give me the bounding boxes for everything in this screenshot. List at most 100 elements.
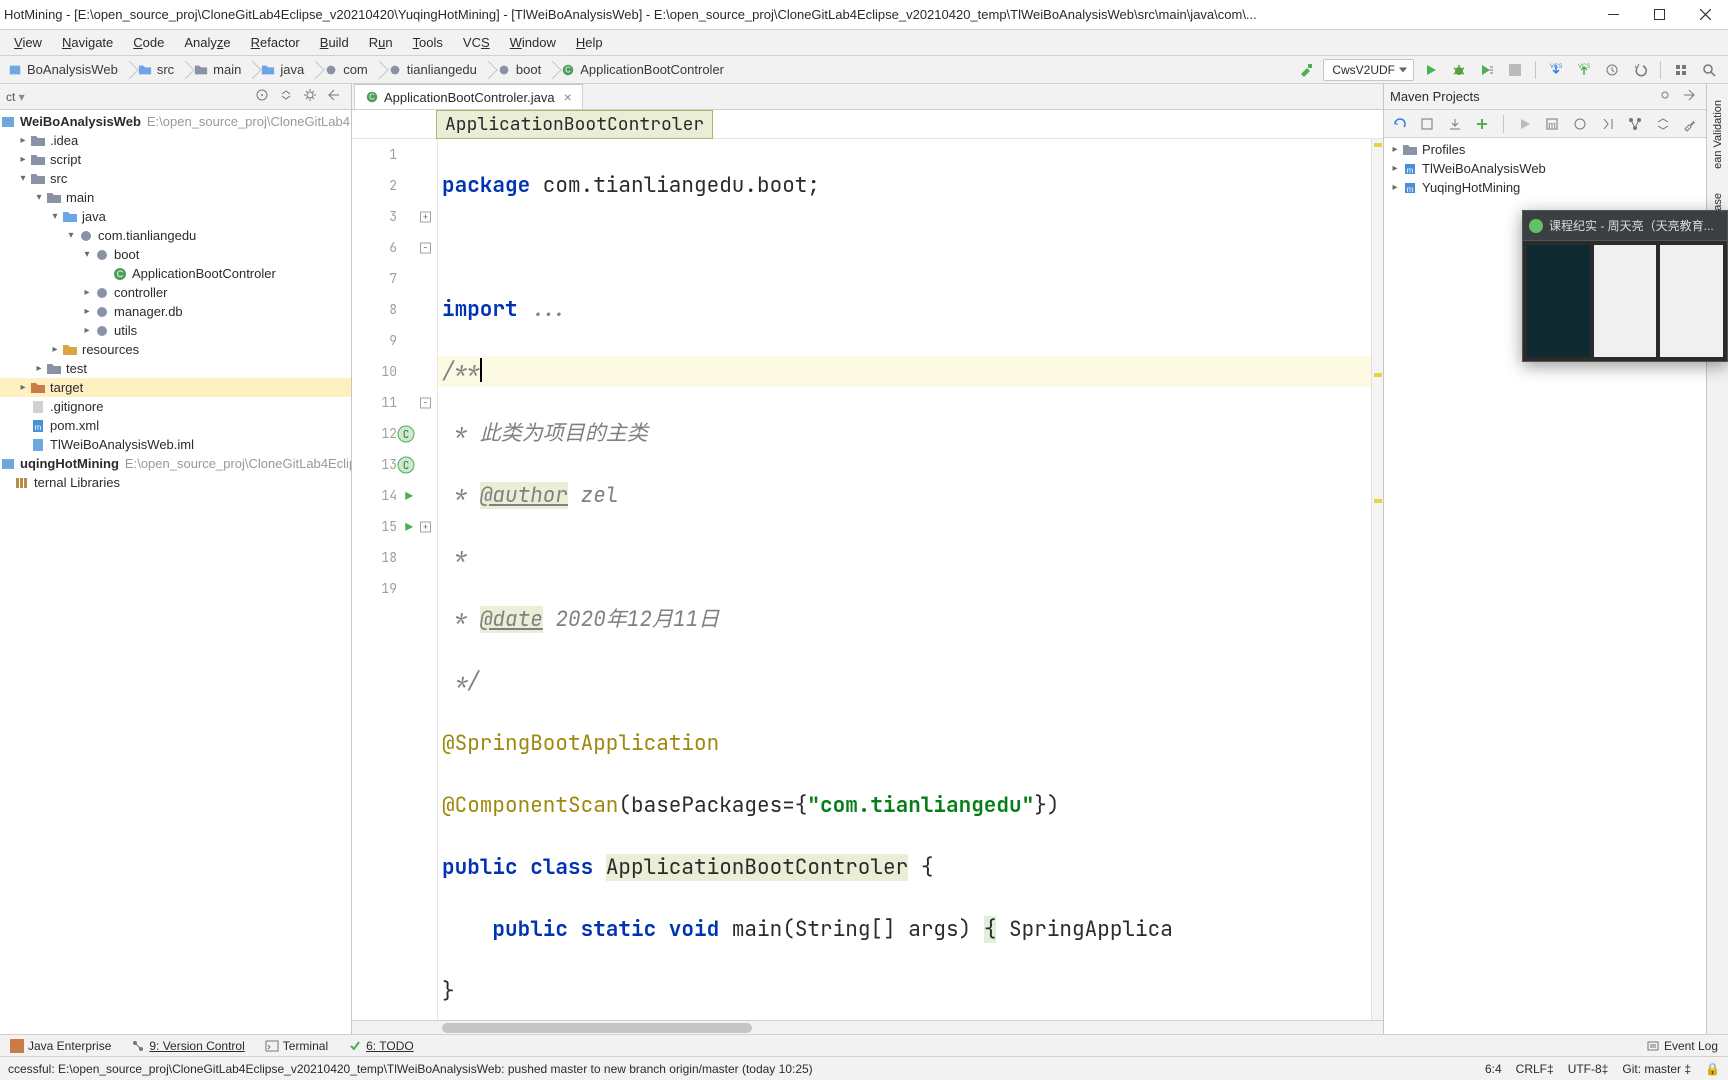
bottom-tab-java-enterprise[interactable]: Java Enterprise bbox=[6, 1037, 115, 1055]
status-caret-position[interactable]: 6:4 bbox=[1485, 1062, 1502, 1076]
maven-toggle-offline-button[interactable] bbox=[1570, 114, 1590, 134]
vcs-revert-button[interactable] bbox=[1629, 59, 1651, 81]
editor-gutter[interactable]: 1 2 3+ 6− 7 8 9 10 11− 12C 13C 14▶ 15▶+ … bbox=[352, 139, 438, 1020]
tree-folder-src[interactable]: ▾src bbox=[0, 169, 351, 188]
menu-analyze[interactable]: Analyze bbox=[174, 32, 240, 53]
tree-module-tlweibo[interactable]: WeiBoAnalysisWebE:\open_source_proj\Clon… bbox=[0, 112, 351, 131]
menu-vcs[interactable]: VCS bbox=[453, 32, 500, 53]
bottom-tab-event-log[interactable]: Event Log bbox=[1642, 1037, 1722, 1055]
project-settings-button[interactable] bbox=[303, 88, 321, 106]
project-tree[interactable]: WeiBoAnalysisWebE:\open_source_proj\Clon… bbox=[0, 110, 351, 1034]
search-everywhere-button[interactable] bbox=[1698, 59, 1720, 81]
status-git-branch[interactable]: Git: master ‡ bbox=[1622, 1062, 1691, 1076]
tree-package[interactable]: ▾com.tianliangedu bbox=[0, 226, 351, 245]
code-area[interactable]: package com.tianliangedu.boot; import ..… bbox=[438, 139, 1383, 1020]
project-view-selector[interactable]: ct bbox=[6, 90, 249, 104]
window-minimize-button[interactable] bbox=[1590, 0, 1636, 30]
maven-generate-button[interactable] bbox=[1418, 114, 1438, 134]
breadcrumb-com[interactable]: com bbox=[316, 56, 380, 83]
run-line-marker[interactable]: ▶ bbox=[405, 480, 413, 511]
menu-tools[interactable]: Tools bbox=[403, 32, 453, 53]
tab-close-button[interactable]: × bbox=[564, 89, 572, 105]
window-maximize-button[interactable] bbox=[1636, 0, 1682, 30]
maven-execute-button[interactable]: m bbox=[1543, 114, 1563, 134]
fold-toggle[interactable]: + bbox=[420, 521, 431, 532]
status-lock-icon[interactable]: 🔒 bbox=[1705, 1062, 1720, 1076]
menu-navigate[interactable]: Navigate bbox=[52, 32, 123, 53]
maven-skip-tests-button[interactable] bbox=[1598, 114, 1618, 134]
window-close-button[interactable] bbox=[1682, 0, 1728, 30]
breadcrumb-class[interactable]: C ApplicationBootControler bbox=[553, 56, 736, 83]
breadcrumb-main[interactable]: main bbox=[186, 56, 253, 83]
breadcrumb-module[interactable]: BoAnalysisWeb bbox=[0, 56, 130, 83]
maven-hide-button[interactable] bbox=[1682, 88, 1700, 106]
fold-toggle[interactable]: − bbox=[420, 242, 431, 253]
structure-button[interactable] bbox=[1670, 59, 1692, 81]
right-tab-bean-validation[interactable]: ean Validation bbox=[1710, 92, 1726, 177]
tree-package-managerdb[interactable]: ▸manager.db bbox=[0, 302, 351, 321]
tree-folder-script[interactable]: ▸script bbox=[0, 150, 351, 169]
build-button[interactable] bbox=[1295, 59, 1317, 81]
editor-horizontal-scrollbar[interactable] bbox=[352, 1020, 1383, 1034]
menu-run[interactable]: Run bbox=[359, 32, 403, 53]
tree-file-gitignore[interactable]: .gitignore bbox=[0, 397, 351, 416]
breadcrumb-java[interactable]: java bbox=[253, 56, 316, 83]
tree-file-iml[interactable]: TlWeiBoAnalysisWeb.iml bbox=[0, 435, 351, 454]
status-encoding[interactable]: UTF-8‡ bbox=[1568, 1062, 1609, 1076]
fold-toggle[interactable]: − bbox=[420, 397, 431, 408]
error-stripe[interactable] bbox=[1371, 139, 1383, 1020]
tree-folder-main[interactable]: ▾main bbox=[0, 188, 351, 207]
vcs-commit-button[interactable]: VCS bbox=[1573, 59, 1595, 81]
popup-header[interactable]: 课程纪实 - 周天亮（天亮教育... bbox=[1523, 211, 1727, 241]
maven-show-deps-button[interactable] bbox=[1625, 114, 1645, 134]
maven-settings-button[interactable] bbox=[1658, 88, 1676, 106]
run-button[interactable] bbox=[1420, 59, 1442, 81]
menu-help[interactable]: Help bbox=[566, 32, 613, 53]
tree-folder-resources[interactable]: ▸resources bbox=[0, 340, 351, 359]
breadcrumb-src[interactable]: src bbox=[130, 56, 186, 83]
spring-bean-marker[interactable]: C bbox=[397, 456, 415, 474]
menu-view[interactable]: View bbox=[4, 32, 52, 53]
spring-bean-marker[interactable]: C bbox=[397, 425, 415, 443]
menu-refactor[interactable]: Refactor bbox=[241, 32, 310, 53]
menu-window[interactable]: Window bbox=[500, 32, 566, 53]
breadcrumb-tianliangedu[interactable]: tianliangedu bbox=[380, 56, 489, 83]
fold-toggle[interactable]: + bbox=[420, 211, 431, 222]
tree-module-yuqing[interactable]: uqingHotMiningE:\open_source_proj\CloneG… bbox=[0, 454, 351, 473]
maven-project-yuqing[interactable]: ▸mYuqingHotMining bbox=[1384, 178, 1706, 197]
warning-marker[interactable] bbox=[1374, 499, 1382, 503]
stop-button[interactable] bbox=[1504, 59, 1526, 81]
bottom-tab-version-control[interactable]: 9: Version Control bbox=[127, 1037, 248, 1055]
status-line-ending[interactable]: CRLF‡ bbox=[1516, 1062, 1554, 1076]
project-hide-button[interactable] bbox=[327, 88, 345, 106]
maven-project-tlweibo[interactable]: ▸mTlWeiBoAnalysisWeb bbox=[1384, 159, 1706, 178]
tree-folder-idea[interactable]: ▸.idea bbox=[0, 131, 351, 150]
tree-folder-target[interactable]: ▸target bbox=[0, 378, 351, 397]
tree-folder-java[interactable]: ▾java bbox=[0, 207, 351, 226]
vcs-update-button[interactable]: VCS bbox=[1545, 59, 1567, 81]
tree-external-libraries[interactable]: ternal Libraries bbox=[0, 473, 351, 492]
run-line-marker[interactable]: ▶ bbox=[405, 511, 413, 542]
editor-tab[interactable]: C ApplicationBootControler.java × bbox=[354, 84, 583, 109]
run-config-selector[interactable]: CwsV2UDF bbox=[1323, 59, 1414, 81]
menu-build[interactable]: Build bbox=[310, 32, 359, 53]
maven-run-button[interactable] bbox=[1515, 114, 1535, 134]
warning-marker[interactable] bbox=[1374, 143, 1382, 147]
project-collapse-button[interactable] bbox=[279, 88, 297, 106]
vcs-history-button[interactable] bbox=[1601, 59, 1623, 81]
bottom-tab-terminal[interactable]: Terminal bbox=[261, 1037, 332, 1055]
scrollbar-thumb[interactable] bbox=[442, 1023, 752, 1033]
floating-preview-popup[interactable]: 课程纪实 - 周天亮（天亮教育... bbox=[1522, 210, 1728, 362]
tree-file-pom[interactable]: mpom.xml bbox=[0, 416, 351, 435]
editor-class-crumb[interactable]: ApplicationBootControler bbox=[436, 110, 713, 139]
menu-code[interactable]: Code bbox=[123, 32, 174, 53]
warning-marker[interactable] bbox=[1374, 373, 1382, 377]
breadcrumb-boot[interactable]: boot bbox=[489, 56, 553, 83]
project-locate-button[interactable] bbox=[255, 88, 273, 106]
coverage-button[interactable] bbox=[1476, 59, 1498, 81]
tree-class-applicationbootcontroler[interactable]: CApplicationBootControler bbox=[0, 264, 351, 283]
maven-download-button[interactable] bbox=[1445, 114, 1465, 134]
tree-package-boot[interactable]: ▾boot bbox=[0, 245, 351, 264]
maven-collapse-button[interactable] bbox=[1653, 114, 1673, 134]
tree-package-utils[interactable]: ▸utils bbox=[0, 321, 351, 340]
